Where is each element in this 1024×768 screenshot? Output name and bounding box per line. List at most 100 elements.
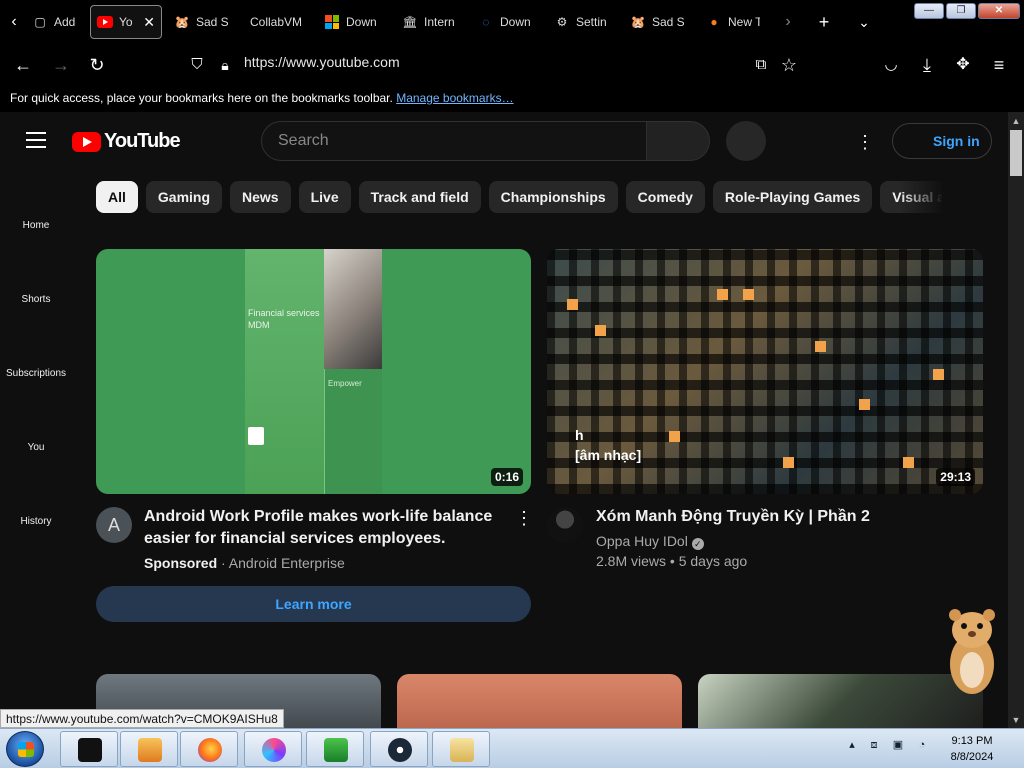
close-window-icon[interactable]: ✕: [978, 3, 1020, 19]
youtube-play-icon: [72, 131, 101, 152]
scrollbar-thumb[interactable]: [1010, 130, 1022, 176]
taskbar-app-window[interactable]: [60, 731, 118, 767]
firefox-icon: ●: [710, 15, 718, 29]
restore-icon[interactable]: ❐: [946, 3, 976, 19]
new-tab-icon[interactable]: +: [810, 8, 838, 36]
hamster-sticker-icon: [949, 609, 995, 694]
video-thumbnail[interactable]: [698, 674, 983, 728]
tab-internet-archive[interactable]: 🏛 Intern: [396, 5, 462, 39]
taskbar-app-firefox[interactable]: [180, 731, 238, 767]
sign-in-button[interactable]: Sign in: [892, 123, 992, 159]
lit-window: [717, 289, 728, 300]
youtube-logo[interactable]: YouTube: [72, 130, 181, 153]
tab-youtube[interactable]: You ✕: [90, 5, 162, 39]
chip-role-playing-games[interactable]: Role-Playing Games: [712, 181, 873, 213]
browser-icon: [262, 738, 286, 762]
chip-comedy[interactable]: Comedy: [625, 181, 705, 213]
volume-icon[interactable]: ◔: [914, 737, 930, 753]
start-button[interactable]: [6, 731, 44, 767]
sidebar-item-history[interactable]: History: [0, 516, 72, 527]
ad-thumbnail[interactable]: Financial services MDM Empower 0:16: [96, 249, 531, 494]
reload-icon[interactable]: ↻: [84, 52, 110, 78]
channel-name[interactable]: Oppa Huy IDol ✓: [596, 533, 704, 550]
scroll-down-icon[interactable]: ▼: [1008, 712, 1024, 728]
ad-thumbnail-text-empower: Empower: [328, 379, 362, 388]
chip-gaming[interactable]: Gaming: [145, 181, 223, 213]
pocket-icon[interactable]: ◡: [878, 52, 904, 78]
taskbar-app-explorer[interactable]: [432, 731, 490, 767]
picture-in-picture-icon[interactable]: ⧉: [748, 52, 774, 78]
video-title[interactable]: Android Work Profile makes work-life bal…: [144, 506, 504, 550]
sidebar-item-you[interactable]: You: [0, 442, 72, 453]
steam-icon: [388, 738, 412, 762]
lit-window: [669, 431, 680, 442]
settings-kebab-icon[interactable]: ⋮: [856, 130, 874, 154]
system-clock[interactable]: 9:13 PM 8/8/2024: [940, 733, 1004, 765]
chip-track-and-field[interactable]: Track and field: [358, 181, 481, 213]
youtube-icon: [97, 14, 113, 30]
link-status-url: https://www.youtube.com/watch?v=CMOK9AIS…: [0, 709, 284, 728]
guide-menu-icon[interactable]: [26, 132, 46, 148]
taskbar-app-steam[interactable]: [370, 731, 428, 767]
tab-scroll-right-icon[interactable]: ›: [778, 10, 798, 34]
search-input[interactable]: Search: [261, 121, 647, 161]
monitor-icon[interactable]: ▣: [890, 737, 906, 753]
taskbar-app-download-manager[interactable]: [306, 731, 364, 767]
youtube-page: YouTube Search ⋮ Sign in All Gaming News Li…: [0, 112, 1024, 728]
video-title[interactable]: Xóm Manh Động Truyền Kỳ | Phần 2: [596, 506, 956, 528]
tab-scroll-left-icon[interactable]: ‹: [4, 10, 24, 34]
minimize-icon[interactable]: —: [914, 3, 944, 19]
tab-collabvm[interactable]: CollabVM: [244, 5, 310, 39]
chip-championships[interactable]: Championships: [488, 181, 618, 213]
channel-avatar[interactable]: A: [96, 507, 132, 543]
list-tabs-icon[interactable]: ⌄: [850, 8, 878, 36]
tab-sad-s-2[interactable]: 🐹 Sad S: [624, 5, 690, 39]
archive-icon: 🏛: [402, 15, 418, 29]
edge-icon: ◌: [482, 15, 490, 29]
search-button[interactable]: [646, 121, 710, 161]
tab-new-tab[interactable]: ● New T: [700, 5, 766, 39]
video-duration: 0:16: [490, 468, 523, 486]
back-icon[interactable]: ←: [10, 52, 36, 78]
network-icon[interactable]: ⧈: [866, 737, 882, 753]
more-actions-icon[interactable]: ⋮: [515, 508, 533, 530]
lit-window: [743, 289, 754, 300]
tab-add-ons[interactable]: ▢ Add-o: [26, 5, 82, 39]
video-thumbnail[interactable]: h [âm nhạc] 29:13: [547, 249, 983, 494]
ad-meta: Sponsored · Android Enterprise: [144, 555, 345, 571]
chip-news[interactable]: News: [230, 181, 291, 213]
channel-avatar[interactable]: [547, 507, 583, 543]
chip-live[interactable]: Live: [298, 181, 351, 213]
learn-more-button[interactable]: Learn more: [96, 586, 531, 622]
tab-sad-s-1[interactable]: 🐹 Sad S: [168, 5, 234, 39]
show-hidden-icons-icon[interactable]: ▴: [844, 737, 860, 753]
bookmark-star-icon[interactable]: ☆: [776, 52, 802, 78]
sidebar-item-subscriptions[interactable]: Subscriptions: [0, 368, 72, 379]
video-thumbnail[interactable]: [397, 674, 682, 728]
sidebar-item-home[interactable]: Home: [0, 220, 72, 231]
shield-icon[interactable]: ⛉: [184, 52, 210, 78]
tab-settings[interactable]: ⚙ Settin: [548, 5, 614, 39]
sidebar-item-shorts[interactable]: Shorts: [0, 294, 72, 305]
scroll-up-icon[interactable]: ▲: [1008, 113, 1024, 129]
app-menu-icon[interactable]: ≡: [986, 52, 1012, 78]
taskbar-app-browser[interactable]: [244, 731, 302, 767]
page-scrollbar[interactable]: [1008, 112, 1024, 728]
lock-icon[interactable]: 🔒︎: [212, 52, 238, 78]
tab-download-2[interactable]: ◌ Down: [472, 5, 538, 39]
bookmarks-hint: For quick access, place your bookmarks h…: [10, 91, 393, 105]
downloads-icon[interactable]: ⤓: [914, 52, 940, 78]
tab-download-1[interactable]: Down: [318, 5, 384, 39]
lit-window: [783, 457, 794, 468]
taskbar-app-media-player[interactable]: [120, 731, 178, 767]
close-tab-icon[interactable]: ✕: [143, 14, 155, 31]
clock-date: 8/8/2024: [950, 751, 994, 763]
extensions-icon[interactable]: ✥: [950, 52, 976, 78]
lit-window: [567, 299, 578, 310]
url-field[interactable]: https://www.youtube.com: [244, 54, 400, 70]
forward-icon[interactable]: →: [48, 52, 74, 78]
chip-all[interactable]: All: [96, 181, 138, 213]
channel-name: Android Enterprise: [228, 555, 345, 571]
manage-bookmarks-link[interactable]: Manage bookmarks…: [396, 91, 513, 105]
voice-search-button[interactable]: [726, 121, 766, 161]
